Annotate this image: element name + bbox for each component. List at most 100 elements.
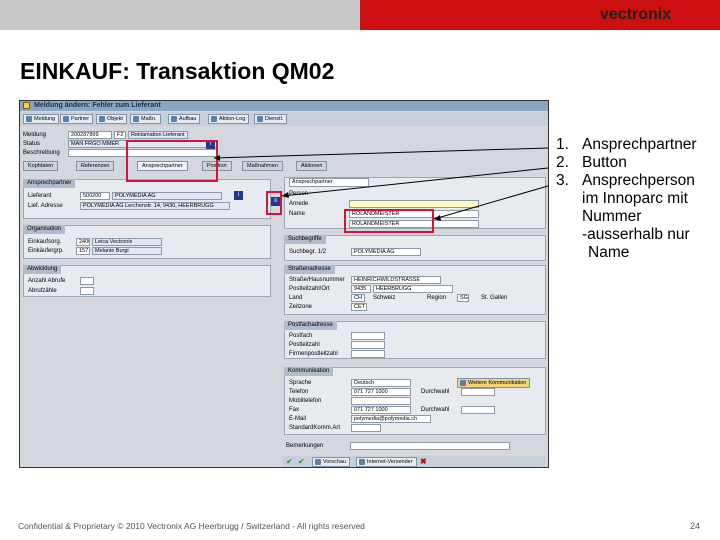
highlight-person-name — [344, 209, 434, 233]
plz-ort-label: Postleitzahl/Ort — [289, 286, 330, 292]
partner-icon — [63, 116, 69, 122]
ort-field[interactable]: HEERBRUGG — [373, 285, 453, 293]
standard-komm-field[interactable] — [351, 424, 381, 432]
tab-massnahmen[interactable]: Maßnahmen — [242, 161, 283, 171]
callout-item-2: 2. Button — [556, 154, 627, 171]
land-field[interactable]: CH — [351, 294, 365, 302]
einkaufsorg-label: Einkaufsorg. — [28, 239, 62, 245]
postfach-field[interactable] — [351, 332, 385, 340]
vorschau-button[interactable]: Vorschau — [312, 457, 350, 467]
ansprechpartner-select[interactable]: Ansprechpartner — [289, 178, 369, 187]
sap-window-title: Meldung ändern: Fehler zum Lieferant — [34, 102, 161, 109]
callout-item-3-line-4: -ausserhalb nur — [582, 226, 690, 243]
einkaufsorg-number-field[interactable]: 2400 — [76, 238, 90, 246]
abwicklung-group: Abwicklung Anzahl Abrufe Abrufzähle — [23, 265, 271, 297]
phone-icon — [460, 380, 466, 386]
highlight-ansprechpartner-tab — [126, 140, 218, 182]
fax-field[interactable]: 071 727 1000 — [351, 406, 411, 414]
einkaeufergruppe-label: Einkäufergrp. — [28, 248, 64, 254]
bemerkungen-field[interactable] — [350, 442, 510, 450]
meldung-label: Meldung — [23, 132, 47, 138]
standard-komm-label: StandardKomm.Art — [289, 425, 341, 431]
meldung-type-field[interactable]: F2 — [114, 131, 126, 139]
tab-kopfdaten[interactable]: Kopfdaten — [23, 161, 59, 171]
preview-icon — [315, 459, 321, 465]
land-label: Land — [289, 295, 303, 301]
zeitzone-field[interactable]: CET — [351, 303, 367, 311]
zeitzone-label: Zeitzone — [289, 304, 313, 310]
highlight-search-button — [266, 191, 282, 215]
toolbar-dienstl-button[interactable]: Dienstl. — [254, 114, 288, 124]
tab-referenzen[interactable]: Referenzen — [76, 161, 115, 171]
einkaeufergruppe-number-field[interactable]: 157 — [76, 247, 90, 255]
strasse-label: Straße/Hausnummer — [289, 277, 345, 283]
callout-item-1: 1. Ansprechpartner — [556, 136, 697, 153]
postleitzahl-label: Postleitzahl — [289, 342, 320, 348]
suchbegriff-field[interactable]: POLYMEDIA AG — [351, 248, 421, 256]
region-field[interactable]: SG — [457, 294, 469, 302]
ansprechpartner-group-title: Ansprechpartner — [23, 179, 76, 188]
firmenpostleitzahl-field[interactable] — [351, 350, 385, 358]
weitere-kommunikation-button[interactable]: Weitere Kommunikation — [457, 378, 531, 388]
lieferant-info-icon[interactable]: i — [234, 191, 243, 200]
toolbar-aktion-log-button[interactable]: Aktion-Log — [208, 114, 250, 124]
plz-field[interactable]: 9435 — [351, 285, 371, 293]
header-bar-grey — [0, 0, 360, 30]
ansprechpartner-group: Ansprechpartner Lieferant 500200 POLYMED… — [23, 179, 271, 219]
strassenadresse-group-title: Straßenadresse — [284, 265, 335, 274]
page-title: EINKAUF: Transaktion QM02 — [20, 58, 335, 84]
copy-check-icon[interactable]: ✔ — [298, 458, 306, 466]
object-icon — [99, 116, 105, 122]
abrufzaehler-label: Abrufzähle — [28, 288, 57, 294]
footer-copyright: Confidential & Proprietary © 2010 Vectro… — [18, 521, 365, 531]
sap-window-icon — [23, 102, 30, 109]
meldung-type-text: Reklamation Lieferant — [128, 131, 188, 139]
confirm-check-icon[interactable]: ✔ — [286, 458, 294, 466]
document-icon — [26, 116, 32, 122]
callout-item-3-line-5: Name — [588, 244, 630, 261]
sap-window: Meldung ändern: Fehler zum Lieferant Mel… — [19, 100, 549, 468]
toolbar-massn-button[interactable]: Maßn. — [130, 114, 161, 124]
fax-durchwahl-field[interactable] — [461, 406, 495, 414]
globe-icon — [359, 459, 365, 465]
person-title: Person — [289, 191, 309, 197]
strasse-field[interactable]: HEINRICHWILDSTRASSE — [351, 276, 441, 284]
tab-aktionen[interactable]: Aktionen — [296, 161, 328, 171]
lieferant-number-field[interactable]: 500200 — [80, 192, 110, 200]
postfach-label: Postfach — [289, 333, 313, 339]
structure-icon — [171, 116, 177, 122]
sprache-field[interactable]: Deutsch — [351, 379, 411, 387]
postfachadresse-group: Postfachadresse Postfach Postleitzahl Fi… — [284, 321, 546, 359]
meldung-field[interactable]: 200287899 — [68, 131, 112, 139]
toolbar-meldung-button[interactable]: Meldung — [23, 114, 60, 124]
fax-durchwahl-label: Durchwahl — [421, 407, 450, 413]
postleitzahl-field[interactable] — [351, 341, 385, 349]
firmenpostleitzahl-label: Firmenpostleitzahl — [289, 351, 338, 357]
lief-adresse-field: POLYMEDIA AG Lerchenstr. 14, 9430, HEERB… — [80, 202, 230, 210]
internet-versender-button[interactable]: Internet-Versender — [356, 457, 417, 467]
telefon-durchwahl-field[interactable] — [461, 388, 495, 396]
abrufzaehler-field[interactable] — [80, 287, 94, 295]
toolbar-aufbau-button[interactable]: Aufbau — [168, 114, 201, 124]
logo-swoosh-icon — [678, 6, 690, 18]
toolbar-objekt-button[interactable]: Objekt — [96, 114, 127, 124]
anzahl-abrufe-field[interactable] — [80, 277, 94, 285]
organisation-group: Organisation Einkaufsorg. 2400 Leica Vec… — [23, 225, 271, 259]
email-field[interactable]: polymedia@polymedia.ch — [351, 415, 431, 423]
cancel-x-icon[interactable]: ✖ — [420, 458, 428, 466]
sprache-label: Sprache — [289, 380, 312, 386]
service-icon — [257, 116, 263, 122]
telefon-field[interactable]: 071 727 1000 — [351, 388, 411, 396]
callout-item-3-line-2: im Innoparc mit — [582, 190, 688, 207]
anrede-label: Anrede — [289, 201, 309, 207]
anrede-field[interactable] — [349, 200, 479, 208]
name-label: Name — [289, 211, 306, 217]
mobiltelefon-field[interactable] — [351, 397, 411, 405]
callout-list: 1. Ansprechpartner 2. Button 3. Ansprechper… — [556, 136, 697, 262]
measure-icon — [133, 116, 139, 122]
callout-item-3-line-3: Nummer — [582, 208, 642, 225]
lieferant-label: Lieferant — [28, 193, 52, 199]
abwicklung-group-title: Abwicklung — [23, 265, 62, 274]
organisation-group-title: Organisation — [23, 225, 66, 234]
toolbar-partner-button[interactable]: Partner — [60, 114, 94, 124]
